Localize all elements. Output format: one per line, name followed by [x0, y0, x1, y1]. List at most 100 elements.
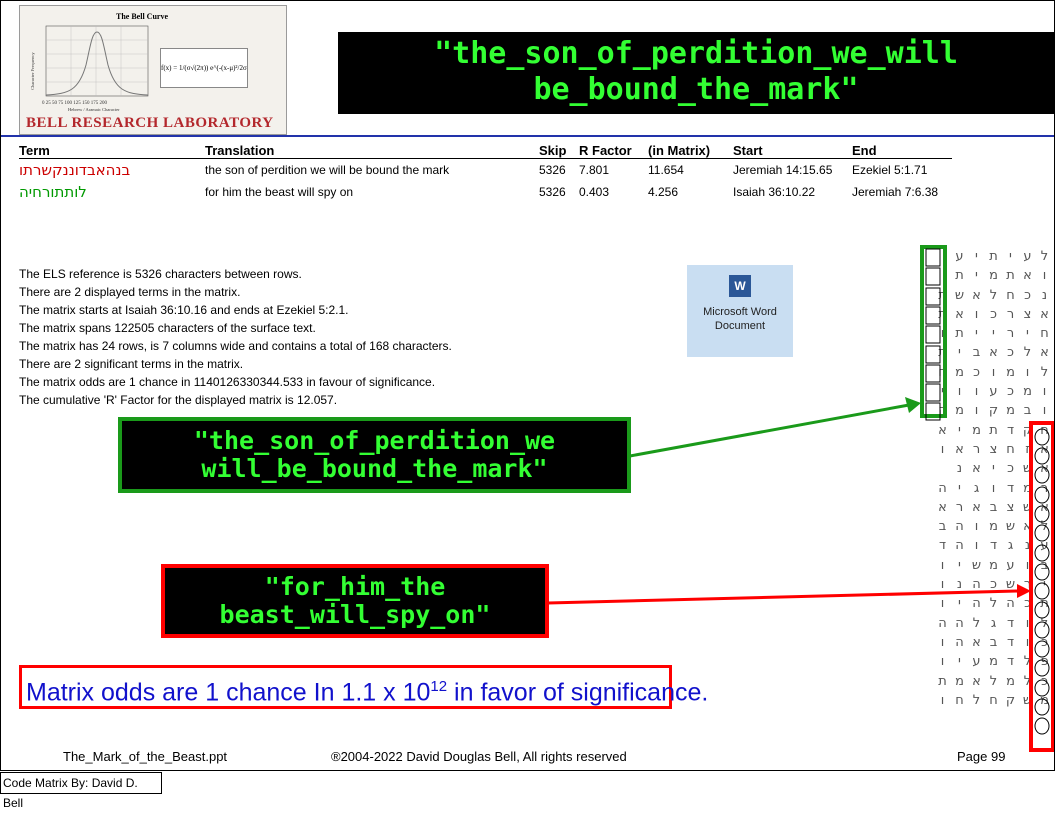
header-end: End: [852, 142, 952, 159]
matrix-cell: ל: [1040, 519, 1049, 535]
matrix-cell: כ: [990, 306, 997, 322]
logo-y-label: Character Frequency: [30, 52, 35, 90]
matrix-cell: ו: [940, 692, 945, 708]
matrix-cell: ח: [1040, 422, 1049, 438]
matrix-cell: א: [938, 499, 947, 515]
matrix-cell: מ: [989, 557, 998, 573]
matrix-row: לומוכמח: [921, 363, 1053, 382]
footer-copyright: ®2004-2022 David Douglas Bell, All right…: [331, 749, 627, 764]
footer-file: The_Mark_of_the_Beast.ppt: [63, 749, 228, 764]
start-cell: Jeremiah 14:15.65: [733, 163, 833, 177]
matrix-cell: ה: [938, 403, 947, 419]
matrix-cell: ד: [938, 538, 947, 554]
matrix-cell: כ: [1024, 287, 1031, 303]
matrix-cell: נ: [1024, 538, 1031, 554]
matrix-cell: ל: [989, 596, 998, 612]
terms-table: Term Translation Skip R Factor (in Matri…: [19, 142, 952, 203]
start-cell: Isaiah 36:10.22: [733, 185, 816, 199]
header-skip: Skip: [539, 142, 579, 159]
matrix-cell: ת: [1006, 268, 1015, 284]
matrix-cell: י: [975, 268, 978, 284]
matrix-cell: ו: [1025, 615, 1030, 631]
term-cell: בנהאבדוננקשרתו: [19, 161, 131, 179]
info-line: The matrix has 24 rows, is 7 columns wid…: [19, 339, 452, 353]
matrix-cell: ג: [1007, 538, 1014, 554]
matrix-cell: ל: [972, 692, 981, 708]
matrix-cell: ו: [974, 384, 979, 400]
red-callout: "for_him_the beast_will_spy_on": [161, 564, 549, 638]
matrix-cell: ב: [938, 519, 947, 535]
matrix-cell: ר: [1023, 577, 1032, 593]
matrix-cell: ו: [991, 364, 996, 380]
matrix-cell: א: [972, 461, 981, 477]
matrix-cell: ד: [1006, 480, 1015, 496]
translation-cell: the son of perdition we will be bound th…: [205, 163, 450, 177]
matrix-cell: א: [1023, 519, 1032, 535]
matrix-cell: ת: [989, 422, 998, 438]
matrix-row: בועמשיו: [921, 556, 1053, 575]
matrix-cell: ש: [954, 287, 965, 303]
matrix-cell: ג: [973, 480, 980, 496]
matrix-cell: ב: [989, 634, 998, 650]
bell-research-logo: The Bell Curve 0 25 50 75 100 125 150 17…: [19, 5, 287, 135]
matrix-cell: ו: [940, 654, 945, 670]
matrix-cell: ח: [1006, 287, 1015, 303]
odds-prefix: Matrix odds are 1 chance In 1.1 x 10: [26, 678, 431, 707]
matrix-cell: י: [992, 326, 995, 342]
matrix-cell: ק: [1022, 422, 1033, 438]
matrix-cell: ד: [1006, 634, 1015, 650]
matrix-cell: א: [1040, 441, 1049, 457]
green-callout-line-1: "the_son_of_perdition_we: [193, 426, 556, 455]
skip-cell: 5326: [539, 163, 566, 177]
matrix-cell: ע: [1023, 249, 1032, 264]
matrix-row: ואתמית: [921, 266, 1053, 285]
matrix-row: ירשכהנו: [921, 575, 1053, 594]
matrix-row: אלכאבית: [921, 343, 1053, 362]
matrix-cell: ה: [955, 519, 964, 535]
in-matrix-cell: 11.654: [648, 163, 684, 177]
word-icon-label-line-2: Document: [714, 320, 766, 332]
title-line-2: be_bound_the_mark": [533, 72, 859, 107]
matrix-cell: א: [955, 306, 964, 322]
info-line: The cumulative 'R' Factor for the displa…: [19, 393, 338, 407]
matrix-cell: א: [1040, 499, 1049, 515]
matrix-cell: ה: [938, 480, 947, 496]
matrix-cell: ו: [974, 519, 979, 535]
matrix-cell: ו: [1025, 557, 1030, 573]
matrix-cell: י: [941, 384, 944, 400]
info-line: There are 2 displayed terms in the matri…: [19, 285, 241, 299]
matrix-row: פלדמעיו: [921, 652, 1053, 671]
logo-x-ticks: 0 25 50 75 100 125 150 175 200: [42, 101, 108, 106]
matrix-cell: ו: [940, 441, 945, 457]
matrix-cell: י: [958, 345, 961, 361]
matrix-row: משקחלחו: [921, 691, 1053, 710]
matrix-cell: ו: [974, 306, 979, 322]
matrix-cell: ו: [940, 634, 945, 650]
end-cell: Ezekiel 5:1.71: [852, 163, 928, 177]
matrix-row: ענגדוהד: [921, 536, 1053, 555]
matrix-row: נכחלאשת: [921, 286, 1053, 305]
matrix-cell: י: [958, 557, 961, 573]
odds-exponent: 12: [430, 678, 448, 695]
matrix-row: אשצבארא: [921, 498, 1053, 517]
matrix-cell: ת: [938, 306, 947, 322]
logo-x-label: Hebrew / Aramaic Character: [68, 107, 120, 112]
matrix-cell: י: [975, 249, 978, 264]
matrix-cell: ה: [938, 615, 947, 631]
matrix-cell: ו: [957, 384, 962, 400]
matrix-cell: צ: [989, 441, 998, 457]
word-document-icon[interactable]: W Microsoft Word Document: [687, 265, 793, 357]
matrix-cell: ת: [955, 268, 964, 284]
matrix-cell: ה: [955, 538, 964, 554]
matrix-cell: י: [1009, 249, 1012, 264]
matrix-cell: ו: [974, 403, 979, 419]
matrix-cell: ו: [1025, 364, 1030, 380]
matrix-cell: ו: [1042, 384, 1047, 400]
matrix-cell: כ: [990, 577, 997, 593]
matrix-cell: כ: [1007, 345, 1014, 361]
matrix-cell: א: [938, 422, 947, 438]
matrix-cell: ו: [991, 480, 996, 496]
odds-statement: Matrix odds are 1 chance In 1.1 x 1012 i…: [19, 665, 708, 709]
bell-curve-line: [45, 31, 149, 96]
matrix-cell: כ: [973, 364, 980, 380]
